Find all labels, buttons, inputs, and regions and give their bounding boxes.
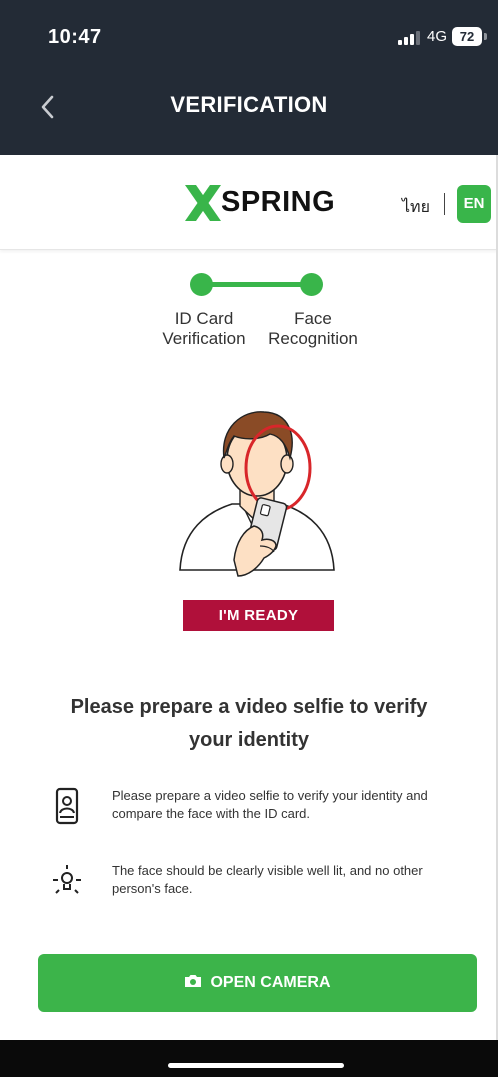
bottom-bar	[0, 1040, 498, 1077]
network-type: 4G	[427, 28, 448, 45]
top-bar: 10:47 4G 72 VERIFICATION	[0, 0, 498, 155]
light-bulb-icon	[53, 865, 81, 894]
im-ready-badge: I'M READY	[183, 600, 334, 631]
step-label-2: Face Recognition	[243, 309, 383, 349]
signal-icon	[398, 31, 420, 45]
page-title: VERIFICATION	[170, 92, 328, 117]
lang-en-option[interactable]: EN	[457, 185, 491, 223]
x-logo-icon	[185, 185, 221, 221]
camera-icon	[185, 975, 202, 988]
step-dot-2	[300, 273, 323, 296]
tip-item-2: The face should be clearly visible well …	[50, 862, 470, 912]
step-dot-1	[190, 273, 213, 296]
logo-text: SPRING	[221, 186, 336, 218]
instruction-headline: Please prepare a video selfie to verify …	[40, 691, 458, 757]
headline-line1: Please prepare a video selfie to verify	[70, 696, 428, 718]
phone-selfie-icon	[55, 787, 79, 825]
xspring-logo: SPRING	[183, 183, 343, 223]
step-2-line2: Recognition	[268, 329, 358, 348]
stepper-line	[202, 282, 312, 287]
lang-thai-option[interactable]: ไทย	[402, 195, 430, 220]
tip-text-1: Please prepare a video selfie to verify …	[112, 788, 428, 821]
status-bar: 10:47 4G 72	[0, 0, 498, 72]
tip-item-1: Please prepare a video selfie to verify …	[50, 787, 470, 837]
status-time: 10:47	[48, 26, 102, 48]
home-indicator[interactable]	[168, 1063, 344, 1068]
open-camera-label: OPEN CAMERA	[210, 974, 331, 991]
brand-header: SPRING ไทย EN	[0, 155, 498, 250]
battery-tip	[484, 33, 487, 40]
selfie-illustration	[179, 411, 335, 577]
progress-stepper	[190, 272, 325, 298]
step-2-line1: Face	[294, 309, 332, 328]
tip-text-2: The face should be clearly visible well …	[112, 863, 423, 896]
headline-line2: your identity	[188, 729, 309, 751]
lang-divider	[444, 193, 445, 215]
battery-icon: 72	[452, 27, 482, 46]
open-camera-button[interactable]: OPEN CAMERA	[38, 954, 477, 1012]
